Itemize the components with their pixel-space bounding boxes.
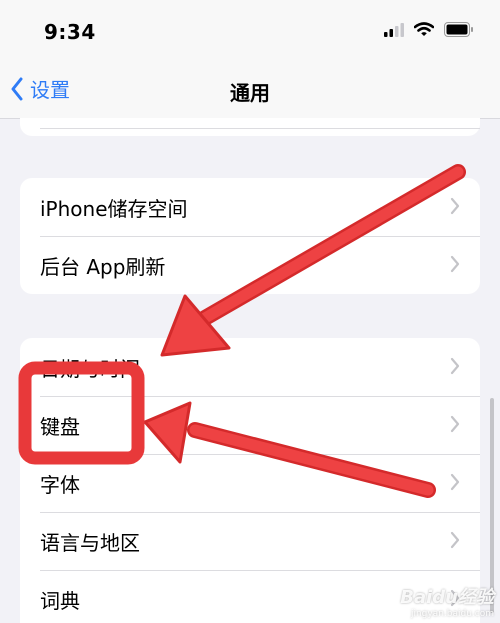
chevron-right-icon (450, 357, 460, 375)
battery-icon (444, 22, 473, 37)
row-fonts[interactable]: 字体 (20, 454, 480, 512)
status-icons (384, 22, 474, 37)
chevron-right-icon (450, 255, 460, 273)
wifi-icon (414, 22, 434, 36)
cellular-signal-icon (384, 22, 404, 37)
navigation-bar: 设置 通用 (0, 60, 500, 119)
row-label: 日期与时间 (40, 356, 140, 381)
watermark-url: jingyan.baidu.com (410, 609, 494, 619)
page-title: 通用 (230, 81, 270, 105)
chevron-right-icon (450, 197, 460, 215)
status-bar: 9:34 (0, 0, 500, 60)
watermark-logo: Baidu经验 (400, 587, 494, 608)
row-background-app-refresh[interactable]: 后台 App刷新 (20, 236, 480, 294)
row-date-time[interactable]: 日期与时间 (20, 338, 480, 396)
chevron-right-icon (450, 473, 460, 491)
status-time: 9:34 (44, 20, 96, 44)
row-language-region[interactable]: 语言与地区 (20, 512, 480, 570)
row-label: 字体 (40, 472, 80, 497)
row-label: iPhone储存空间 (40, 196, 188, 221)
settings-group-locale: 日期与时间 键盘 字体 语言与地区 词典 (20, 338, 480, 623)
row-label: 键盘 (40, 414, 80, 439)
row-label: 词典 (40, 588, 80, 613)
scrollbar[interactable] (490, 398, 494, 613)
watermark: Baidu经验 jingyan.baidu.com (400, 583, 494, 619)
previous-group-end (20, 118, 480, 136)
row-keyboard[interactable]: 键盘 (20, 396, 480, 454)
settings-group-storage: iPhone储存空间 后台 App刷新 (20, 178, 480, 294)
row-iphone-storage[interactable]: iPhone储存空间 (20, 178, 480, 236)
row-label: 语言与地区 (40, 530, 140, 555)
chevron-right-icon (450, 415, 460, 433)
row-label: 后台 App刷新 (40, 254, 166, 279)
chevron-right-icon (450, 531, 460, 549)
